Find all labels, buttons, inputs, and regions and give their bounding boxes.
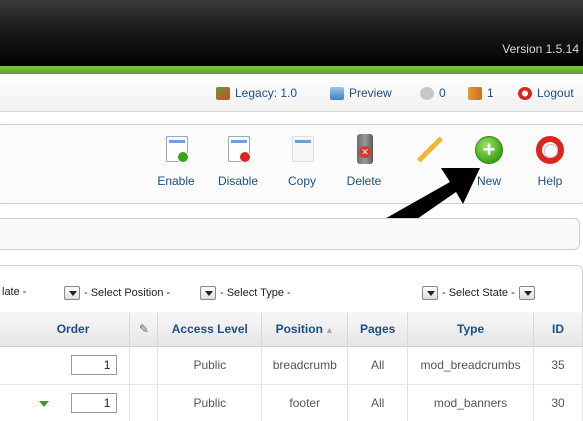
order-input[interactable]: 1 <box>71 393 118 413</box>
preview-link[interactable]: Preview <box>330 86 392 100</box>
position-cell: breadcrumb <box>261 346 349 385</box>
position-column-header[interactable]: Position ▲ <box>261 312 349 347</box>
access-level-cell[interactable]: Public <box>157 346 263 385</box>
type-filter-label: - Select Type - <box>220 287 291 299</box>
position-filter-label: - Select Position - <box>84 287 171 299</box>
enable-label: Enable <box>157 174 195 188</box>
top-header: Version 1.5.14 <box>0 0 583 68</box>
preview-label: Preview <box>349 86 392 100</box>
help-label: Help <box>537 174 563 188</box>
modules-table: Order ✎ Access Level Position ▲ Pages Typ… <box>0 312 583 421</box>
version-label: Version 1.5.14 <box>502 42 579 56</box>
copy-label: Copy <box>287 174 316 188</box>
filter-bar: late - - Select Position - - Select Type… <box>0 286 583 306</box>
access-level-cell[interactable]: Public <box>157 384 263 421</box>
position-header-label: Position <box>275 321 323 336</box>
pages-cell: All <box>347 346 409 385</box>
table-header-row: Order ✎ Access Level Position ▲ Pages Typ… <box>0 312 583 347</box>
copy-button[interactable]: Copy <box>276 132 328 188</box>
disable-label: Disable <box>217 174 259 188</box>
help-icon <box>534 132 566 166</box>
pages-cell: All <box>347 384 409 421</box>
users-icon <box>468 86 482 100</box>
copy-icon <box>286 132 318 166</box>
users-count: 1 <box>487 86 494 100</box>
order-cell: 1 <box>0 346 131 385</box>
messages-link[interactable]: 0 <box>420 86 446 100</box>
logout-link[interactable]: Logout <box>518 86 574 100</box>
enable-icon <box>160 132 192 166</box>
logout-icon <box>518 86 532 100</box>
type-filter[interactable]: - Select Type - <box>200 286 291 300</box>
id-column-header[interactable]: ID <box>533 312 583 347</box>
messages-icon <box>420 86 434 100</box>
preview-icon <box>330 86 344 100</box>
order-input[interactable]: 1 <box>71 355 118 375</box>
legacy-status[interactable]: Legacy: 1.0 <box>216 86 297 100</box>
order-column-header[interactable]: Order <box>0 312 131 347</box>
status-bar: Legacy: 1.0 Preview 0 1 Logout <box>0 74 583 112</box>
pages-column-header[interactable]: Pages <box>347 312 409 347</box>
position-cell: footer <box>261 384 349 421</box>
template-filter-label: late - <box>2 286 27 298</box>
save-order-column-header[interactable]: ✎ <box>129 312 159 347</box>
dropdown-arrow-icon[interactable] <box>518 286 535 300</box>
save-order-icon[interactable]: ✎ <box>139 322 149 336</box>
blank-cell <box>129 346 159 385</box>
id-cell: 30 <box>533 384 583 421</box>
state-filter[interactable]: - Select State - <box>422 286 539 300</box>
template-filter[interactable]: late - <box>2 286 26 298</box>
table-row: 1 Public footer All mod_banners 30 <box>0 384 583 421</box>
move-down-icon[interactable] <box>39 400 50 407</box>
position-filter[interactable]: - Select Position - <box>64 286 170 300</box>
order-cell: 1 <box>0 384 131 421</box>
type-column-header[interactable]: Type <box>407 312 535 347</box>
message-area <box>0 218 580 250</box>
logout-label: Logout <box>537 86 574 100</box>
header-accent-line <box>0 66 583 74</box>
disable-button[interactable]: Disable <box>212 132 264 188</box>
type-cell: mod_breadcrumbs <box>407 346 535 385</box>
legacy-icon <box>216 86 230 100</box>
state-filter-label: - Select State - <box>442 287 515 299</box>
sort-asc-icon: ▲ <box>324 324 334 335</box>
messages-count: 0 <box>439 86 446 100</box>
dropdown-arrow-icon[interactable] <box>64 286 80 300</box>
blank-cell <box>129 384 159 421</box>
table-row: 1 Public breadcrumb All mod_breadcrumbs … <box>0 346 583 385</box>
legacy-label: Legacy: 1.0 <box>235 86 298 100</box>
access-level-column-header[interactable]: Access Level <box>157 312 263 347</box>
id-cell: 35 <box>533 346 583 385</box>
dropdown-arrow-icon[interactable] <box>200 286 216 300</box>
type-cell: mod_banners <box>407 384 535 421</box>
users-link[interactable]: 1 <box>468 86 494 100</box>
disable-icon <box>222 132 254 166</box>
help-button[interactable]: Help <box>524 132 576 188</box>
dropdown-arrow-icon[interactable] <box>422 286 438 300</box>
enable-button[interactable]: Enable <box>150 132 202 188</box>
